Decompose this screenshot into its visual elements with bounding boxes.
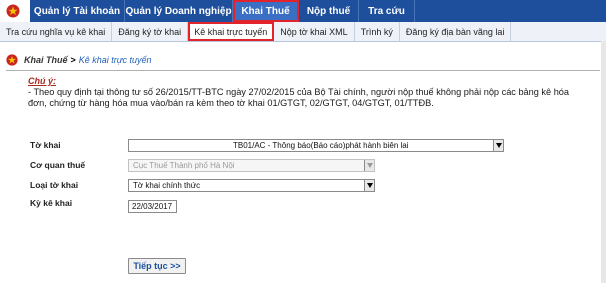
loai-to-khai-select[interactable]: Tờ khai chính thức <box>128 179 375 192</box>
subnav-trinh-ky[interactable]: Trình ký <box>355 22 400 41</box>
emblem-logo-icon <box>6 4 20 18</box>
sub-nav: Tra cứu nghĩa vụ kê khai Đăng ký tờ khai… <box>0 22 606 42</box>
divider <box>6 70 600 71</box>
loai-to-khai-value: Tờ khai chính thức <box>133 181 201 190</box>
nav-quan-ly-tai-khoan[interactable]: Quản lý Tài khoản <box>30 0 125 22</box>
nav-tra-cuu[interactable]: Tra cứu <box>359 0 415 22</box>
main-nav: Quản lý Tài khoản Quản lý Doanh nghiệp K… <box>30 0 606 22</box>
loai-to-khai-label: Loại tờ khai <box>30 180 79 190</box>
continue-button[interactable]: Tiếp tục >> <box>128 258 186 274</box>
to-khai-select[interactable]: TB01/AC - Thông báo(Báo cáo)phát hành bi… <box>128 139 504 152</box>
to-khai-value: TB01/AC - Thông báo(Báo cáo)phát hành bi… <box>233 141 409 150</box>
ky-ke-khai-label: Kỳ kê khai <box>30 198 73 208</box>
subnav-tra-cuu-nghia-vu[interactable]: Tra cứu nghĩa vụ kê khai <box>0 22 113 41</box>
subnav-dang-ky-dia-ban[interactable]: Đăng ký địa bàn vãng lai <box>400 22 512 41</box>
to-khai-label: Tờ khai <box>30 140 61 150</box>
logo-zone <box>0 0 30 22</box>
breadcrumb-page: Kê khai trực tuyến <box>78 55 152 65</box>
breadcrumb-separator: > <box>70 55 76 65</box>
nav-nop-thue[interactable]: Nộp thuế <box>299 0 359 22</box>
co-quan-thue-label: Cơ quan thuế <box>30 160 86 170</box>
top-bar: Quản lý Tài khoản Quản lý Doanh nghiệp K… <box>0 0 606 22</box>
emblem-small-icon <box>6 54 18 66</box>
breadcrumb-section[interactable]: Khai Thuế <box>24 55 68 65</box>
nav-khai-thue[interactable]: Khai Thuế <box>233 0 299 22</box>
note-title: Chú ý: <box>28 76 56 86</box>
co-quan-thue-value: Cục Thuế Thành phố Hà Nội <box>133 161 235 170</box>
chevron-down-icon <box>364 160 374 171</box>
scrollbar[interactable] <box>601 41 606 283</box>
subnav-nop-to-khai-xml[interactable]: Nộp tờ khai XML <box>274 22 355 41</box>
subnav-ke-khai-truc-tuyen[interactable]: Kê khai trực tuyến <box>188 22 275 41</box>
ky-ke-khai-input[interactable]: 22/03/2017 <box>128 200 177 213</box>
chevron-down-icon[interactable] <box>493 140 503 151</box>
chevron-down-icon[interactable] <box>364 180 374 191</box>
nav-quan-ly-doanh-nghiep[interactable]: Quản lý Doanh nghiệp <box>125 0 233 22</box>
co-quan-thue-select: Cục Thuế Thành phố Hà Nội <box>128 159 375 172</box>
breadcrumb: Khai Thuế > Kê khai trực tuyến <box>6 54 152 66</box>
note-text: - Theo quy định tại thông tư số 26/2015/… <box>28 87 570 108</box>
subnav-dang-ky-to-khai[interactable]: Đăng ký tờ khai <box>112 22 189 41</box>
